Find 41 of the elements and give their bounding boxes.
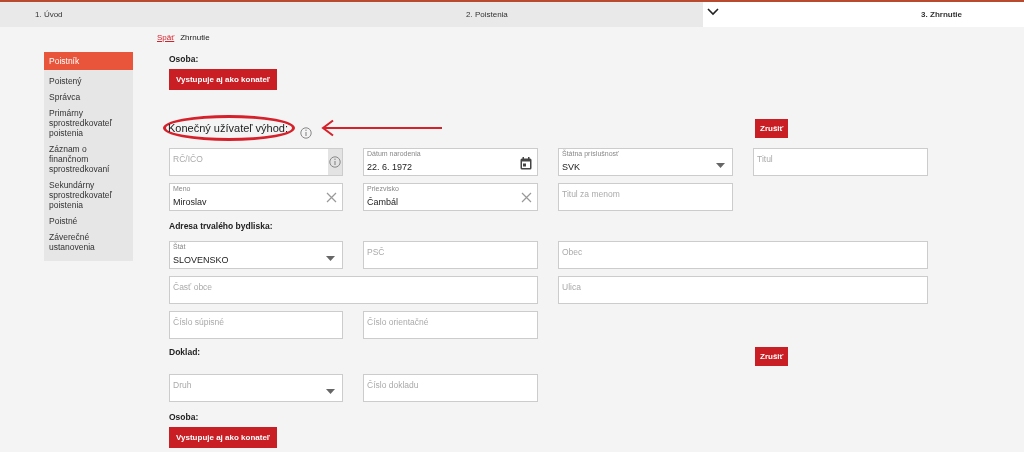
dropdown-caret-icon	[326, 256, 335, 261]
sidebar-item[interactable]: Poistený	[44, 73, 133, 89]
text-field[interactable]: Ulica	[558, 276, 928, 304]
sidebar-item[interactable]: Správca	[44, 89, 133, 105]
section-label: Doklad:	[169, 347, 202, 357]
sidebar-item[interactable]: Záverečné ustanovenia	[44, 229, 133, 255]
back-link[interactable]: Späť	[157, 33, 175, 44]
sidebar-item[interactable]: Sekundárny sprostredkovateľ poistenia	[44, 177, 133, 213]
sidebar-item[interactable]: Poistné	[44, 213, 133, 229]
text-field[interactable]: Číslo orientačné	[363, 311, 538, 339]
cancel-button[interactable]: Zrušiť	[755, 118, 789, 138]
text-field[interactable]: Titul za menom	[558, 183, 733, 211]
chevron-icon	[707, 7, 719, 16]
sidebar-item[interactable]: Primárny sprostredkovateľ poistenia	[44, 105, 133, 141]
section-label: Osoba:	[169, 412, 200, 422]
text-field[interactable]: Časť obce	[169, 276, 538, 304]
breadcrumb-current: Zhrnutie	[180, 33, 210, 44]
action-button[interactable]: Vystupuje aj ako konateľ	[169, 69, 277, 90]
select-field[interactable]: Druh	[169, 374, 343, 402]
sidebar-item[interactable]: Záznam o finančnom sprostredkovaní	[44, 141, 133, 177]
step-tab[interactable]: 2. Poistenia	[466, 2, 703, 27]
action-button[interactable]: Vystupuje aj ako konateľ	[169, 427, 277, 448]
dropdown-caret-icon	[716, 163, 725, 168]
info-icon	[300, 127, 312, 139]
dropdown-caret-icon	[326, 389, 335, 394]
sidebar-item[interactable]: Poistník	[44, 52, 133, 70]
text-field[interactable]: PSČ	[363, 241, 538, 269]
cancel-button[interactable]: Zrušiť	[755, 347, 789, 366]
step-tab[interactable]: 3. Zhrnutie	[703, 2, 1024, 27]
section-heading: Konečný užívateľ výhod:	[168, 122, 288, 134]
section-label: Osoba:	[169, 54, 200, 64]
calendar-icon	[520, 157, 532, 170]
text-field[interactable]: RČ/IČO	[169, 148, 343, 176]
text-field[interactable]: Číslo súpisné	[169, 311, 343, 339]
text-field[interactable]: Titul	[753, 148, 928, 176]
step-tab[interactable]: 1. Úvod	[0, 2, 466, 27]
section-label: Adresa trvalého bydliska:	[169, 221, 274, 231]
text-field[interactable]: Obec	[558, 241, 928, 269]
info-icon	[329, 156, 341, 168]
info-button[interactable]	[328, 149, 342, 175]
text-field[interactable]: Číslo dokladu	[363, 374, 538, 402]
